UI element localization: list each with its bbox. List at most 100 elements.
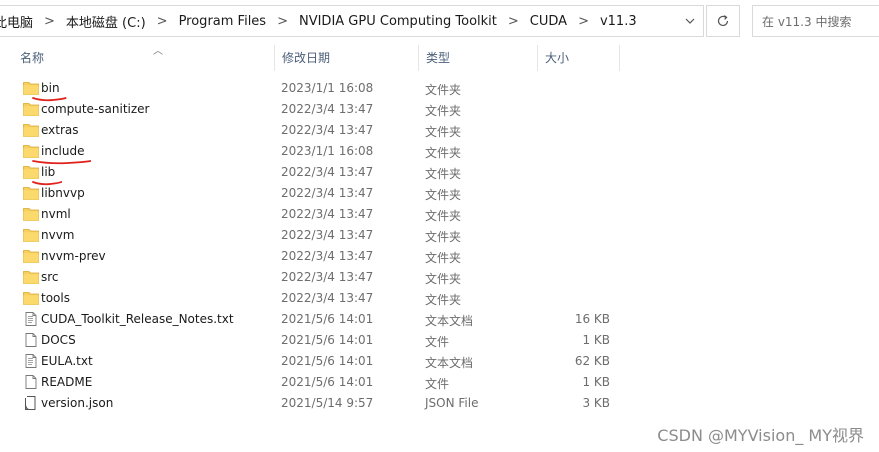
file-row[interactable]: include 2023/1/1 16:08 文件夹 (20, 141, 620, 162)
breadcrumb-separator-icon: > (156, 13, 168, 29)
file-modified-date: 2022/3/4 13:47 (281, 270, 374, 284)
file-type: 文件夹 (425, 125, 462, 139)
file-row[interactable]: EULA.txt 2021/5/6 14:01 文本文档 62 KB (20, 351, 620, 372)
file-type: 文件夹 (425, 272, 462, 286)
breadcrumb-item[interactable]: 此电脑 (0, 12, 35, 31)
file-row[interactable]: tools 2022/3/4 13:47 文件夹 (20, 288, 620, 309)
file-row[interactable]: src 2022/3/4 13:47 文件夹 (20, 267, 620, 288)
file-type: 文件夹 (425, 230, 462, 244)
breadcrumb: 此电脑 > 本地磁盘 (C:) > Program Files > NVIDIA GPU C… (0, 12, 639, 31)
file-row[interactable]: CUDA_Toolkit_Release_Notes.txt 2021/5/6 1… (20, 309, 620, 330)
file-row[interactable]: extras 2022/3/4 13:47 文件夹 (20, 120, 620, 141)
text-file-icon (23, 354, 39, 368)
file-row[interactable]: version.json 2021/5/14 9:57 JSON File 3 KB (20, 393, 620, 414)
refresh-icon (717, 15, 729, 27)
file-type: 文件夹 (425, 83, 462, 97)
column-header-row: ︿ 名称 修改日期 类型 大小 (0, 45, 620, 71)
folder-icon (23, 228, 39, 242)
folder-icon (23, 207, 39, 221)
file-type: 文件夹 (425, 146, 462, 160)
breadcrumb-item[interactable]: 本地磁盘 (C:) (64, 12, 148, 31)
file-name: lib (41, 165, 56, 179)
file-modified-date: 2023/1/1 16:08 (281, 144, 374, 158)
file-type: 文件夹 (425, 293, 462, 307)
file-modified-date: 2022/3/4 13:47 (281, 123, 374, 137)
file-modified-date: 2022/3/4 13:47 (281, 102, 374, 116)
text-file-icon (23, 312, 39, 326)
breadcrumb-item[interactable]: CUDA (528, 14, 569, 29)
breadcrumb-item[interactable]: Program Files (177, 14, 269, 29)
json-file-icon (23, 396, 39, 411)
file-icon (23, 375, 39, 389)
file-size: 1 KB (582, 375, 610, 389)
address-bar[interactable]: 此电脑 > 本地磁盘 (C:) > Program Files > NVIDIA GPU C… (0, 5, 704, 37)
file-name: src (41, 270, 59, 284)
search-placeholder: 在 v11.3 中搜索 (762, 14, 852, 29)
breadcrumb-item[interactable]: NVIDIA GPU Computing Toolkit (297, 14, 499, 29)
breadcrumb-item[interactable]: v11.3 (598, 14, 639, 29)
file-name: nvvm (41, 228, 75, 242)
file-type: 文件 (425, 335, 450, 349)
file-modified-date: 2021/5/6 14:01 (281, 375, 374, 389)
file-size: 1 KB (582, 333, 610, 347)
file-size: 16 KB (574, 312, 610, 326)
file-name: nvvm-prev (41, 249, 106, 263)
search-input[interactable]: 在 v11.3 中搜索 (752, 5, 879, 37)
file-modified-date: 2022/3/4 13:47 (281, 207, 374, 221)
file-modified-date: 2022/3/4 13:47 (281, 249, 374, 263)
folder-icon (23, 144, 39, 158)
folder-icon (23, 81, 39, 95)
file-row[interactable]: DOCS 2021/5/6 14:01 文件 1 KB (20, 330, 620, 351)
breadcrumb-separator-icon: > (507, 13, 519, 29)
file-type: 文件 (425, 377, 450, 391)
breadcrumb-separator-icon: > (578, 13, 589, 29)
column-header-type-label: 类型 (426, 51, 451, 65)
folder-icon (23, 165, 39, 179)
folder-icon (23, 123, 39, 137)
address-dropdown-button[interactable] (677, 6, 703, 36)
file-name: version.json (41, 396, 114, 410)
column-header-type[interactable]: 类型 (419, 45, 538, 71)
file-modified-date: 2021/5/6 14:01 (281, 312, 374, 326)
file-row[interactable]: nvml 2022/3/4 13:47 文件夹 (20, 204, 620, 225)
file-row[interactable]: libnvvp 2022/3/4 13:47 文件夹 (20, 183, 620, 204)
breadcrumb-separator-icon: > (277, 13, 288, 29)
column-header-date-label: 修改日期 (282, 51, 331, 65)
file-type: 文件夹 (425, 251, 462, 265)
file-name: extras (41, 123, 79, 137)
file-modified-date: 2023/1/1 16:08 (281, 81, 374, 95)
file-modified-date: 2021/5/6 14:01 (281, 354, 374, 368)
file-type: 文件夹 (425, 104, 462, 118)
file-name: libnvvp (41, 186, 85, 200)
file-modified-date: 2022/3/4 13:47 (281, 186, 374, 200)
sort-ascending-icon: ︿ (153, 46, 163, 57)
file-type: JSON File (425, 396, 479, 410)
column-header-name[interactable]: ︿ 名称 (13, 45, 275, 71)
folder-icon (23, 291, 39, 305)
file-row[interactable]: nvvm-prev 2022/3/4 13:47 文件夹 (20, 246, 620, 267)
file-row[interactable]: lib 2022/3/4 13:47 文件夹 (20, 162, 620, 183)
file-name: DOCS (41, 333, 76, 347)
file-name: EULA.txt (41, 354, 93, 368)
file-size: 62 KB (574, 354, 610, 368)
refresh-button[interactable] (706, 5, 740, 37)
folder-icon (23, 270, 39, 284)
file-row[interactable]: README 2021/5/6 14:01 文件 1 KB (20, 372, 620, 393)
file-row[interactable]: bin 2023/1/1 16:08 文件夹 (20, 78, 620, 99)
file-modified-date: 2022/3/4 13:47 (281, 228, 374, 242)
file-row[interactable]: nvvm 2022/3/4 13:47 文件夹 (20, 225, 620, 246)
file-name: tools (41, 291, 70, 305)
file-type: 文本文档 (425, 314, 474, 328)
folder-icon (23, 186, 39, 200)
chevron-down-icon (685, 18, 695, 24)
file-name: CUDA_Toolkit_Release_Notes.txt (41, 312, 234, 326)
file-modified-date: 2022/3/4 13:47 (281, 165, 374, 179)
file-row[interactable]: compute-sanitizer 2022/3/4 13:47 文件夹 (20, 99, 620, 120)
file-modified-date: 2022/3/4 13:47 (281, 291, 374, 305)
column-header-size-label: 大小 (545, 51, 570, 65)
column-header-size[interactable]: 大小 (538, 45, 620, 71)
file-name: README (41, 375, 93, 389)
file-name: include (41, 144, 85, 158)
file-name: nvml (41, 207, 71, 221)
column-header-date[interactable]: 修改日期 (275, 45, 419, 71)
